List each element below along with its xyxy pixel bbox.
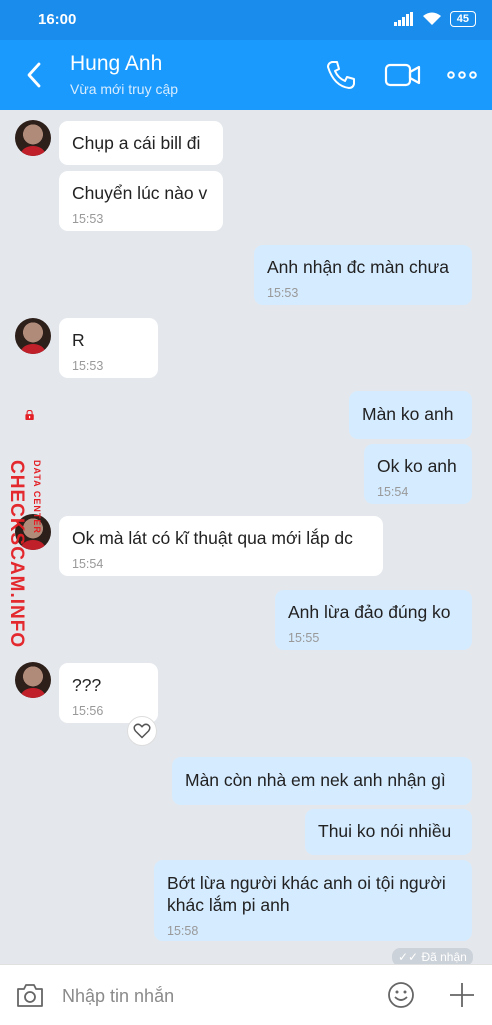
received-label: Đã nhận [421,950,467,964]
message-text: Ok ko anh [377,456,457,476]
message-time: 15:54 [377,485,409,499]
heart-icon[interactable] [127,716,157,746]
watermark-subtext: DATA CENTER [32,460,42,534]
chat-area[interactable]: Chụp a cái bill đi Chuyển lúc nào v 15:5… [0,110,492,966]
avatar[interactable] [15,662,51,698]
message-time: 15:53 [267,286,299,300]
input-bar [0,964,492,1025]
avatar[interactable] [15,120,51,156]
signal-icon [393,12,413,26]
message-text: Màn ko anh [362,404,454,424]
message-time: 15:56 [72,704,104,718]
message-bubble-out[interactable]: Bớt lừa người khác anh oi tội người khác… [154,860,472,941]
message-bubble-in[interactable]: Chụp a cái bill đi [59,121,223,165]
emoji-icon[interactable] [386,980,416,1010]
watermark-text: CHECKSCAM.INFO [6,460,27,649]
message-bubble-out[interactable]: Màn còn nhà em nek anh nhận gì [172,757,472,805]
contact-name[interactable]: Hung Anh [70,52,162,76]
message-input[interactable] [60,980,364,1012]
battery-indicator: 45 [449,11,476,27]
lock-icon [25,410,34,420]
message-bubble-out[interactable]: Ok ko anh 15:54 [364,444,472,504]
avatar[interactable] [15,318,51,354]
status-icons: 45 [393,11,476,27]
status-bar: 16:00 45 [0,0,492,40]
check-icon: ✓✓ [398,950,419,964]
message-text: R [72,330,85,350]
message-text: Chuyển lúc nào v [72,183,208,203]
message-bubble-out[interactable]: Anh nhận đc màn chưa 15:53 [254,245,472,305]
message-time: 15:53 [72,359,104,373]
message-bubble-out[interactable]: Màn ko anh [349,391,472,439]
message-text: Chụp a cái bill đi [72,133,201,153]
camera-icon[interactable] [15,981,45,1009]
message-text: ??? [72,675,102,695]
message-bubble-out[interactable]: Thui ko nói nhiều [305,809,472,855]
message-time: 15:53 [72,212,104,226]
more-icon[interactable] [444,58,480,92]
message-text: Thui ko nói nhiều [318,821,452,841]
message-time: 15:55 [288,631,320,645]
message-bubble-in[interactable]: Chuyển lúc nào v 15:53 [59,171,223,231]
back-icon[interactable] [20,60,50,90]
wifi-icon [422,12,441,25]
message-text: Ok mà lát có kĩ thuật qua mới lắp dc [72,528,353,548]
phone-icon[interactable] [324,58,358,92]
message-text: Anh nhận đc màn chưa [267,257,449,277]
message-bubble-in[interactable]: Ok mà lát có kĩ thuật qua mới lắp dc 15:… [59,516,383,576]
status-time: 16:00 [38,11,77,28]
message-time: 15:54 [72,557,104,571]
video-call-icon[interactable] [384,58,422,92]
chat-header: Hung Anh Vừa mới truy cập [0,40,492,110]
plus-icon[interactable] [447,980,477,1010]
message-bubble-out[interactable]: Anh lừa đảo đúng ko 15:55 [275,590,472,650]
message-text: Anh lừa đảo đúng ko [288,602,451,622]
message-text: Màn còn nhà em nek anh nhận gì [185,770,446,790]
message-bubble-in[interactable]: ??? 15:56 [59,663,158,723]
message-text: Bớt lừa người khác anh oi tội người khác… [167,873,446,915]
message-bubble-in[interactable]: R 15:53 [59,318,158,378]
message-time: 15:58 [167,924,199,938]
contact-status: Vừa mới truy cập [70,81,179,97]
